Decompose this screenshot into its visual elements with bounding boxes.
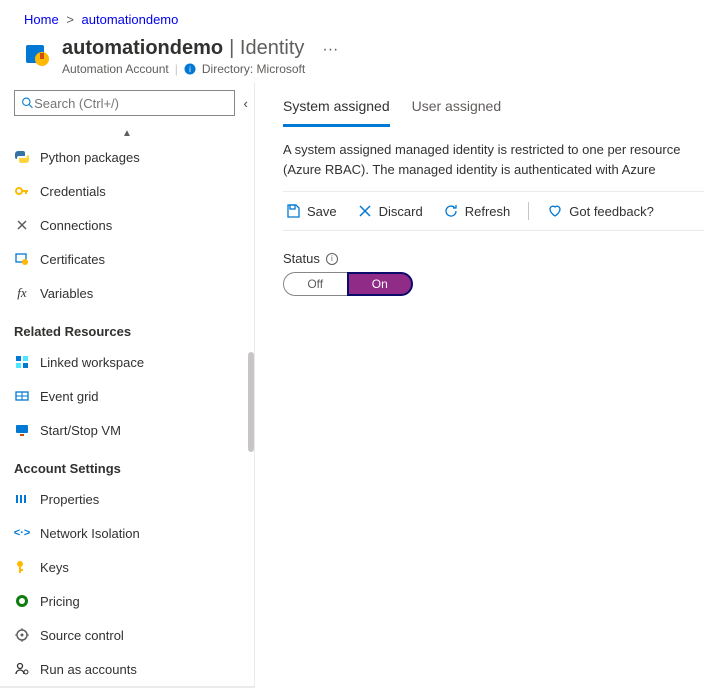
- more-actions-button[interactable]: ···: [310, 41, 338, 59]
- sourcecontrol-icon: [14, 627, 30, 643]
- sidebar-item-label: Variables: [40, 286, 93, 301]
- toggle-on[interactable]: On: [347, 272, 414, 296]
- sidebar-item-event-grid[interactable]: Event grid: [0, 379, 254, 413]
- sidebar-item-linked-workspace[interactable]: Linked workspace: [0, 345, 254, 379]
- eventgrid-icon: [14, 388, 30, 404]
- sidebar-item-label: Python packages: [40, 150, 140, 165]
- breadcrumb-separator: >: [62, 12, 78, 27]
- sidebar-item-label: Event grid: [40, 389, 99, 404]
- page-subtitle: | Identity: [229, 37, 304, 60]
- search-box[interactable]: [14, 90, 235, 116]
- status-toggle[interactable]: Off On: [283, 272, 413, 296]
- info-icon: i: [184, 63, 196, 75]
- toolbar: Save Discard Refresh Got feedback?: [283, 191, 704, 231]
- scroll-up-indicator[interactable]: ▲: [0, 126, 254, 140]
- key2-icon: [14, 559, 30, 575]
- search-icon: [21, 96, 34, 110]
- sidebar: ‹‹ ▲ Python packages Credentials Connect…: [0, 82, 255, 688]
- sidebar-item-identity[interactable]: Identity: [0, 686, 254, 688]
- tab-system-assigned[interactable]: System assigned: [283, 90, 390, 127]
- save-icon: [285, 203, 301, 219]
- sidebar-item-python-packages[interactable]: Python packages: [0, 140, 254, 174]
- sidebar-section-related: Related Resources: [0, 310, 254, 345]
- runas-icon: [14, 661, 30, 677]
- collapse-sidebar-button[interactable]: ‹‹: [243, 96, 244, 111]
- save-button[interactable]: Save: [283, 203, 339, 219]
- search-input[interactable]: [34, 96, 228, 111]
- resource-type-label: Automation Account: [62, 62, 169, 76]
- sidebar-item-credentials[interactable]: Credentials: [0, 174, 254, 208]
- sidebar-item-pricing[interactable]: Pricing: [0, 584, 254, 618]
- key-icon: [14, 183, 30, 199]
- certificate-icon: [14, 251, 30, 267]
- sidebar-item-label: Connections: [40, 218, 112, 233]
- sidebar-item-network-isolation[interactable]: <·> Network Isolation: [0, 516, 254, 550]
- page-header: automationdemo | Identity ··· Automation…: [0, 27, 704, 82]
- tab-user-assigned[interactable]: User assigned: [412, 90, 502, 127]
- sidebar-item-label: Keys: [40, 560, 69, 575]
- discard-icon: [357, 203, 373, 219]
- feedback-button[interactable]: Got feedback?: [545, 203, 656, 219]
- sidebar-section-account: Account Settings: [0, 447, 254, 482]
- sidebar-item-label: Certificates: [40, 252, 105, 267]
- breadcrumb-home[interactable]: Home: [24, 12, 59, 27]
- sidebar-item-runas-accounts[interactable]: Run as accounts: [0, 652, 254, 686]
- heart-icon: [547, 203, 563, 219]
- sidebar-item-label: Run as accounts: [40, 662, 137, 677]
- sidebar-item-certificates[interactable]: Certificates: [0, 242, 254, 276]
- sidebar-item-label: Network Isolation: [40, 526, 140, 541]
- toolbar-separator: [528, 202, 529, 220]
- info-icon[interactable]: i: [326, 253, 338, 265]
- sidebar-item-properties[interactable]: Properties: [0, 482, 254, 516]
- refresh-icon: [443, 203, 459, 219]
- svg-text:i: i: [189, 65, 191, 74]
- sidebar-item-startstop-vm[interactable]: Start/Stop VM: [0, 413, 254, 447]
- directory-label: Directory: Microsoft: [202, 62, 305, 76]
- toggle-off[interactable]: Off: [283, 272, 347, 296]
- properties-icon: [14, 491, 30, 507]
- sidebar-item-label: Linked workspace: [40, 355, 144, 370]
- tabs: System assigned User assigned: [283, 90, 704, 128]
- workspace-icon: [14, 354, 30, 370]
- python-icon: [14, 149, 30, 165]
- sidebar-item-keys[interactable]: Keys: [0, 550, 254, 584]
- sidebar-item-label: Pricing: [40, 594, 80, 609]
- network-icon: <·>: [14, 525, 30, 541]
- main-panel: System assigned User assigned A system a…: [255, 82, 704, 688]
- pricing-icon: [14, 593, 30, 609]
- sidebar-item-source-control[interactable]: Source control: [0, 618, 254, 652]
- sidebar-item-label: Source control: [40, 628, 124, 643]
- sidebar-item-label: Credentials: [40, 184, 106, 199]
- breadcrumb: Home > automationdemo: [0, 0, 704, 27]
- sidebar-item-label: Start/Stop VM: [40, 423, 121, 438]
- sidebar-item-label: Properties: [40, 492, 99, 507]
- sidebar-scrollbar[interactable]: [248, 82, 254, 688]
- sidebar-item-variables[interactable]: fx Variables: [0, 276, 254, 310]
- identity-resource-icon: [24, 41, 52, 69]
- sidebar-item-connections[interactable]: Connections: [0, 208, 254, 242]
- plug-icon: [14, 217, 30, 233]
- description-text: A system assigned managed identity is re…: [283, 140, 703, 179]
- page-title: automationdemo: [62, 37, 223, 60]
- breadcrumb-resource[interactable]: automationdemo: [82, 12, 179, 27]
- discard-button[interactable]: Discard: [355, 203, 425, 219]
- refresh-button[interactable]: Refresh: [441, 203, 513, 219]
- status-label: Status i: [283, 251, 704, 266]
- vm-icon: [14, 422, 30, 438]
- variable-icon: fx: [14, 285, 30, 301]
